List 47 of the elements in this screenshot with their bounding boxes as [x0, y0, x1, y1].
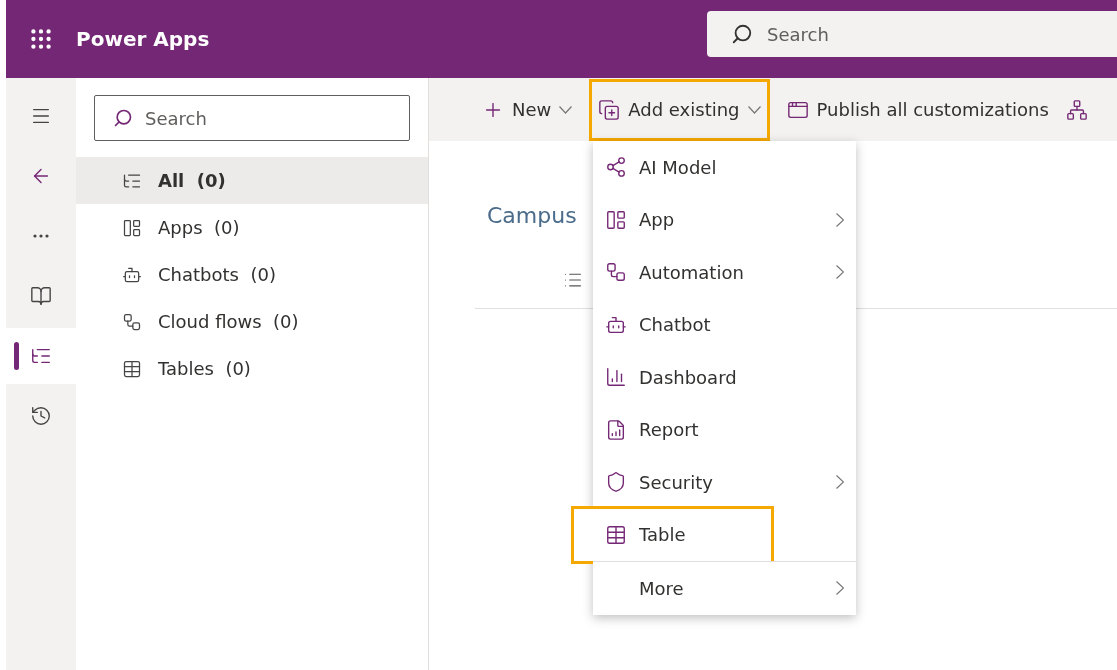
- more-icon: [33, 234, 49, 238]
- hierarchy-icon[interactable]: [1065, 98, 1088, 121]
- chevron-right-icon: [836, 212, 844, 227]
- menu-item[interactable]: Dashboard: [593, 351, 856, 404]
- menu-item[interactable]: More: [593, 562, 856, 615]
- search-input[interactable]: Search: [765, 22, 1117, 46]
- toolbar-button[interactable]: New: [473, 78, 582, 141]
- menu-item[interactable]: Table: [574, 508, 771, 561]
- search-box[interactable]: Search: [707, 11, 1117, 57]
- table-icon: [122, 358, 142, 379]
- flow-icon: [122, 311, 142, 332]
- nodes-icon: [605, 156, 627, 179]
- report-icon: [605, 418, 627, 441]
- grid-icon: [122, 217, 142, 238]
- add-existing-icon: [598, 98, 621, 121]
- menu-item[interactable]: Automation: [593, 246, 856, 299]
- menu-item[interactable]: Report: [593, 403, 856, 456]
- chevron-down-icon: [559, 105, 573, 114]
- flow-icon: [605, 261, 627, 284]
- table-icon: [605, 523, 627, 546]
- toolbar-button[interactable]: Add existing: [589, 78, 770, 141]
- book-icon: [30, 285, 52, 307]
- chevron-right-icon: [836, 265, 844, 280]
- search-input[interactable]: Search: [143, 106, 409, 130]
- chart-icon: [605, 366, 627, 389]
- sidebar-item[interactable]: Apps (0): [76, 204, 428, 251]
- history-icon: [30, 405, 52, 427]
- sidebar-item[interactable]: All (0): [76, 157, 428, 204]
- toolbar-button[interactable]: Publish all customizations: [777, 78, 1058, 141]
- sidebar-item[interactable]: Tables (0): [76, 345, 428, 392]
- search-icon: [731, 23, 753, 45]
- search-icon: [113, 108, 133, 128]
- page-title: Campus: [487, 203, 577, 228]
- sidebar-item[interactable]: Chatbots (0): [76, 251, 428, 298]
- app-launcher-icon[interactable]: [28, 26, 54, 52]
- menu-item[interactable]: Security: [593, 456, 856, 509]
- chevron-right-icon: [836, 475, 844, 490]
- app-title: Power Apps: [76, 27, 210, 51]
- chevron-right-icon: [836, 581, 844, 596]
- menu-item[interactable]: AI Model: [593, 141, 856, 194]
- search-box[interactable]: Search: [94, 95, 410, 141]
- grid-icon: [605, 208, 627, 231]
- menu-item[interactable]: App: [593, 193, 856, 246]
- chevron-down-icon: [747, 105, 761, 114]
- menu-item[interactable]: Chatbot: [593, 298, 856, 351]
- sidebar-item[interactable]: Cloud flows (0): [76, 298, 428, 345]
- shield-icon: [605, 471, 627, 494]
